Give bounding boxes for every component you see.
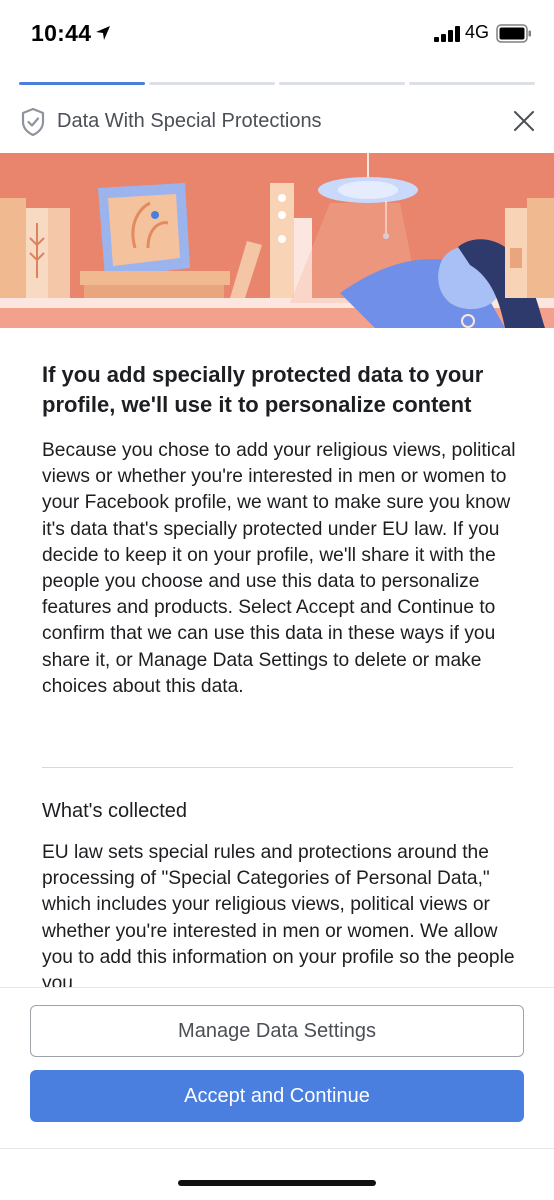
progress-step <box>19 82 145 85</box>
progress-step <box>279 82 405 85</box>
cellular-signal-icon <box>434 26 460 42</box>
dialog-title: Data With Special Protections <box>57 110 322 132</box>
section-divider <box>42 767 513 768</box>
shield-check-icon <box>21 107 45 137</box>
network-type: 4G <box>465 22 490 42</box>
progress-step <box>409 82 535 85</box>
dialog-header: Data With Special Protections <box>0 100 554 144</box>
footer-divider <box>0 1148 554 1149</box>
manage-data-settings-button[interactable]: Manage Data Settings <box>30 1005 524 1057</box>
location-arrow-icon <box>96 26 110 40</box>
battery-icon <box>496 24 531 43</box>
status-bar: 10:44 4G <box>0 0 554 70</box>
close-icon[interactable] <box>513 110 535 132</box>
section-paragraph: EU law sets special rules and protection… <box>42 842 515 987</box>
section-heading: What's collected <box>42 800 187 822</box>
main-content: If you add specially protected data to y… <box>42 360 516 700</box>
header-illustration <box>0 153 554 328</box>
status-time: 10:44 <box>31 20 92 46</box>
action-footer: Manage Data Settings Accept and Continue <box>0 988 554 1200</box>
accept-and-continue-button[interactable]: Accept and Continue <box>30 1070 524 1122</box>
intro-paragraph: Because you chose to add your religious … <box>42 440 516 697</box>
progress-step <box>149 82 275 85</box>
page-title: If you add specially protected data to y… <box>42 362 484 417</box>
progress-indicator <box>19 82 535 86</box>
home-indicator[interactable] <box>178 1180 376 1186</box>
